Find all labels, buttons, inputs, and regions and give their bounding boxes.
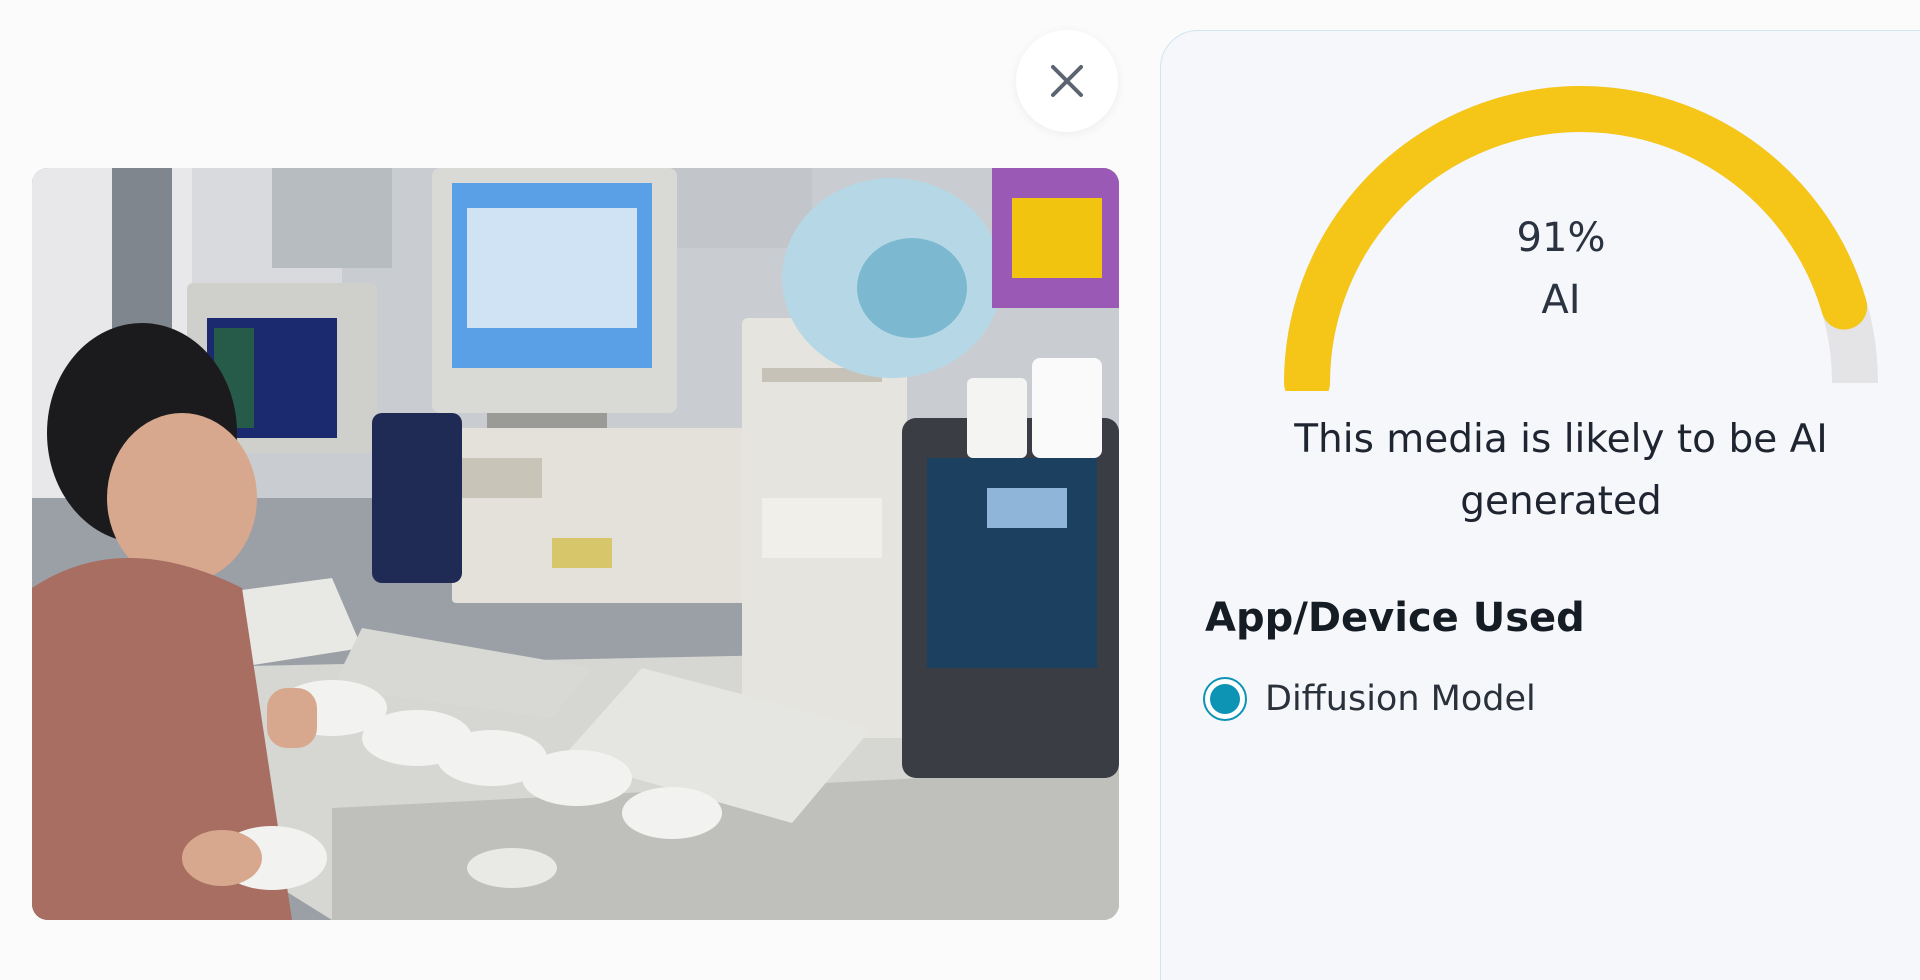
option-diffusion-model[interactable]: Diffusion Model — [1203, 677, 1536, 721]
classification-label: AI — [1541, 277, 1581, 323]
result-panel: 91% AI This media is likely to be AI gen… — [1160, 30, 1920, 980]
preview-photo — [32, 168, 1119, 920]
close-icon — [1051, 65, 1083, 97]
results-view: 91% AI This media is likely to be AI gen… — [0, 0, 1920, 980]
option-label: Diffusion Model — [1265, 679, 1536, 719]
ai-percentage: 91% — [1516, 215, 1606, 261]
media-preview — [32, 168, 1119, 920]
radio-selected-dot — [1210, 684, 1240, 714]
radio-button[interactable] — [1203, 677, 1247, 721]
app-device-heading: App/Device Used — [1205, 595, 1585, 641]
close-button[interactable] — [1016, 30, 1118, 132]
verdict-text: This media is likely to be AI generated — [1294, 417, 1828, 524]
